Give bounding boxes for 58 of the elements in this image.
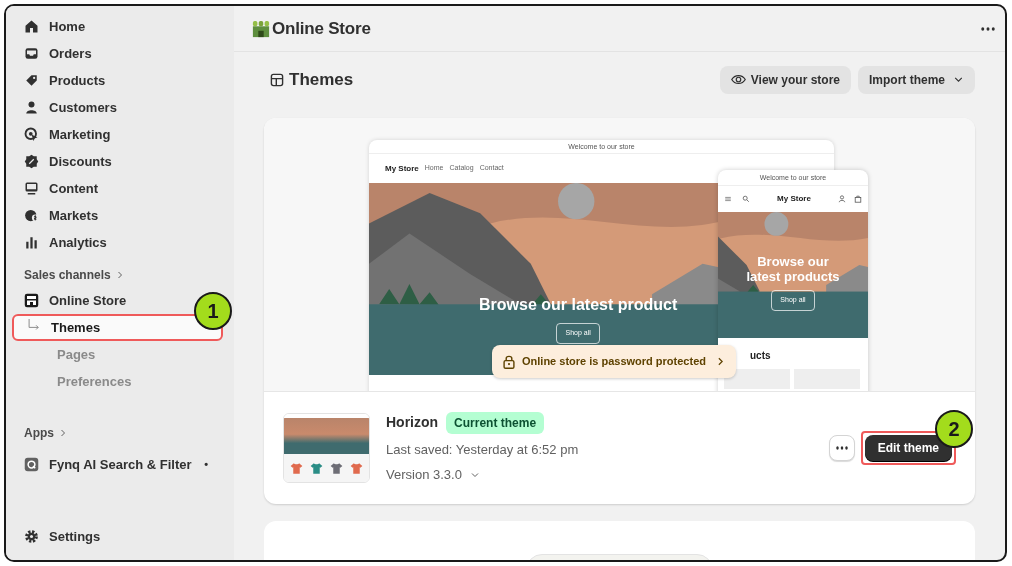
home-icon [24,19,39,34]
eye-icon [730,72,746,87]
page-title: Themes [289,68,354,91]
nav-item[interactable]: Settings [18,523,222,550]
more-button[interactable] [828,435,855,461]
nav-item[interactable]: Online Store [18,287,133,314]
section-heading: ucts [750,349,771,363]
theme-name: Horizon [386,413,439,432]
nav-item[interactable]: Home [18,13,92,40]
action-button[interactable]: Import theme [858,65,975,94]
menu-icon [724,195,732,203]
app-title: Online Store [272,17,371,40]
nav-item[interactable]: Orders [18,40,98,67]
t-shirt-icon [349,461,363,475]
store-name: My Store [776,193,812,205]
tag-icon [24,73,39,88]
t-shirt-icon [310,461,324,475]
section-heading[interactable]: Apps [18,423,222,443]
nav-item[interactable]: Analytics [18,229,113,256]
version-dropdown[interactable]: Version 3.3.0 [386,465,579,485]
globe-icon [24,208,39,223]
nav-item[interactable]: Customers [18,94,123,121]
person-icon [24,100,39,115]
monitor-icon [24,181,39,196]
nav-item[interactable]: Markets [18,202,105,229]
product-tile [724,369,790,389]
status-dot: • [204,457,208,473]
target-icon [24,127,39,142]
person-icon [838,195,846,203]
search-icon [742,195,750,203]
store-name: My Store [385,162,419,175]
bar-chart-icon [24,235,39,250]
nav-item[interactable]: Products [18,67,112,94]
storefront-logo-icon [252,19,270,38]
branch-arrow-icon [27,319,41,333]
password-notice[interactable]: Online store is password protected [492,345,736,378]
more-icon [981,26,995,31]
app-icon [24,457,39,472]
action-button[interactable]: View your store [719,65,851,94]
status-badge: Current theme [446,411,545,434]
storefront-icon [24,293,39,308]
chevron-right-icon [58,428,68,438]
nav-item[interactable]: Fynq AI Search & Filter • [18,451,222,478]
t-shirt-icon [290,461,304,475]
nav-item[interactable]: Content [18,175,105,202]
last-saved-text: Last saved: Yesterday at 6:52 pm [386,440,579,459]
t-shirt-icon [329,461,343,475]
nav-item[interactable]: Discounts [18,148,118,175]
discount-icon [24,154,39,169]
nav-item[interactable]: Marketing [18,121,117,148]
edit-theme-button[interactable]: Edit theme [864,435,952,461]
bag-icon [854,195,862,203]
layout-icon [270,72,284,87]
section-heading[interactable]: Sales channels [18,265,222,285]
gear-icon [24,529,39,544]
lock-icon [502,354,516,369]
inbox-icon [24,46,39,61]
more-icon [835,446,848,450]
